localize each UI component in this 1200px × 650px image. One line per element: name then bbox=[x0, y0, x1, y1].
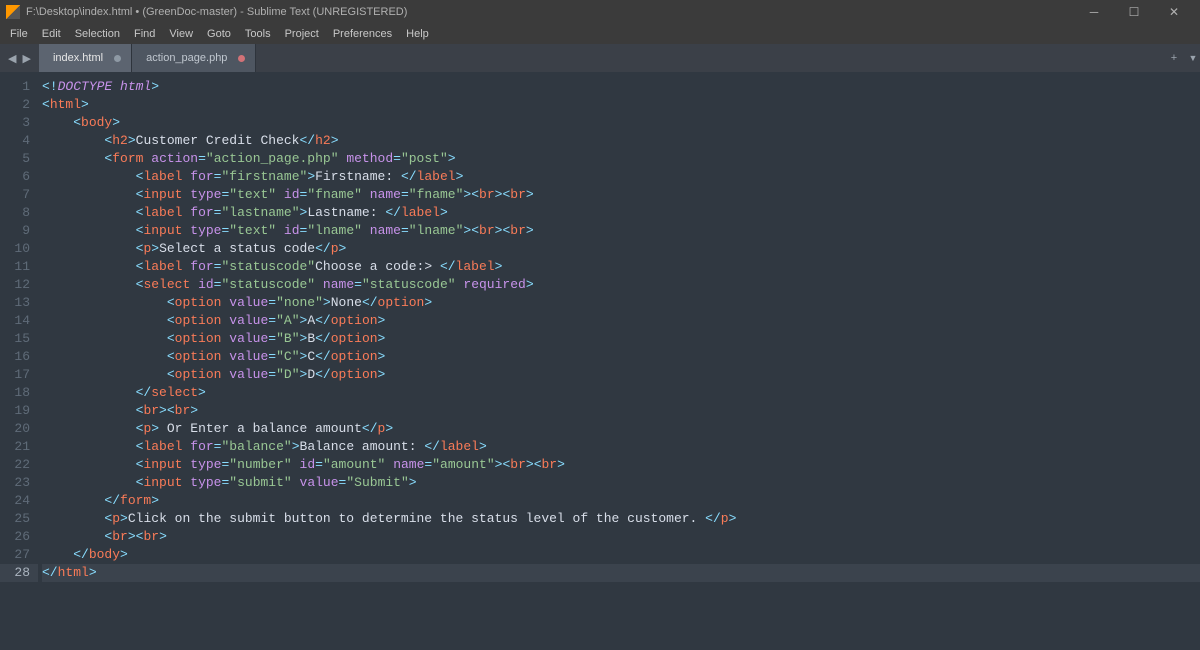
code-line[interactable]: <option value="C">C</option> bbox=[42, 348, 1200, 366]
code-line[interactable]: <option value="D">D</option> bbox=[42, 366, 1200, 384]
code-line[interactable]: <option value="none">None</option> bbox=[42, 294, 1200, 312]
menu-file[interactable]: File bbox=[4, 26, 34, 42]
minimize-icon: ─ bbox=[1090, 5, 1099, 19]
tab-modified-icon bbox=[238, 55, 245, 62]
menubar: File Edit Selection Find View Goto Tools… bbox=[0, 24, 1200, 44]
code-line[interactable]: <input type="text" id="fname" name="fnam… bbox=[42, 186, 1200, 204]
code-line[interactable]: <br><br> bbox=[42, 528, 1200, 546]
code-area[interactable]: <!DOCTYPE html><html> <body> <h2>Custome… bbox=[38, 72, 1200, 650]
code-line[interactable]: <label for="statuscode"Choose a code:> <… bbox=[42, 258, 1200, 276]
gutter: 1234567891011121314151617181920212223242… bbox=[0, 72, 38, 650]
code-line[interactable]: <option value="B">B</option> bbox=[42, 330, 1200, 348]
close-icon: ✕ bbox=[1169, 5, 1179, 19]
menu-preferences[interactable]: Preferences bbox=[327, 26, 398, 42]
code-line[interactable]: <select id="statuscode" name="statuscode… bbox=[42, 276, 1200, 294]
menu-selection[interactable]: Selection bbox=[69, 26, 126, 42]
code-line[interactable]: <label for="balance">Balance amount: </l… bbox=[42, 438, 1200, 456]
code-line[interactable]: <input type="text" id="lname" name="lnam… bbox=[42, 222, 1200, 240]
tab-modified-icon bbox=[114, 55, 121, 62]
code-line[interactable]: <br><br> bbox=[42, 402, 1200, 420]
code-line[interactable]: <p> Or Enter a balance amount</p> bbox=[42, 420, 1200, 438]
close-button[interactable]: ✕ bbox=[1154, 5, 1194, 19]
tab-label: action_page.php bbox=[146, 52, 227, 64]
maximize-button[interactable]: ☐ bbox=[1114, 5, 1154, 19]
code-line[interactable]: <h2>Customer Credit Check</h2> bbox=[42, 132, 1200, 150]
tab-bar: ◀ ▶ index.html action_page.php + ▼ bbox=[0, 44, 1200, 72]
nav-forward-icon[interactable]: ▶ bbox=[22, 52, 30, 65]
menu-project[interactable]: Project bbox=[279, 26, 325, 42]
code-line[interactable]: <form action="action_page.php" method="p… bbox=[42, 150, 1200, 168]
menu-goto[interactable]: Goto bbox=[201, 26, 237, 42]
code-line[interactable]: </form> bbox=[42, 492, 1200, 510]
titlebar: F:\Desktop\index.html • (GreenDoc-master… bbox=[0, 0, 1200, 24]
code-line[interactable]: <label for="firstname">Firstname: </labe… bbox=[42, 168, 1200, 186]
menu-edit[interactable]: Edit bbox=[36, 26, 67, 42]
minimize-button[interactable]: ─ bbox=[1074, 5, 1114, 19]
window-title: F:\Desktop\index.html • (GreenDoc-master… bbox=[26, 6, 407, 18]
nav-back-icon[interactable]: ◀ bbox=[8, 52, 16, 65]
tab-dropdown-icon[interactable]: ▼ bbox=[1186, 44, 1200, 72]
menu-view[interactable]: View bbox=[163, 26, 199, 42]
code-line[interactable]: <html> bbox=[42, 96, 1200, 114]
menu-tools[interactable]: Tools bbox=[239, 26, 277, 42]
code-line[interactable]: <body> bbox=[42, 114, 1200, 132]
menu-help[interactable]: Help bbox=[400, 26, 435, 42]
tab-label: index.html bbox=[53, 52, 103, 64]
code-line[interactable]: <!DOCTYPE html> bbox=[42, 78, 1200, 96]
code-line[interactable]: <label for="lastname">Lastname: </label> bbox=[42, 204, 1200, 222]
code-line[interactable]: <input type="number" id="amount" name="a… bbox=[42, 456, 1200, 474]
tab-index-html[interactable]: index.html bbox=[39, 44, 132, 72]
code-line[interactable]: </html> bbox=[42, 564, 1200, 582]
code-line[interactable]: <p>Select a status code</p> bbox=[42, 240, 1200, 258]
code-line[interactable]: </body> bbox=[42, 546, 1200, 564]
editor: 1234567891011121314151617181920212223242… bbox=[0, 72, 1200, 650]
app-icon bbox=[6, 5, 20, 19]
maximize-icon: ☐ bbox=[1129, 5, 1140, 19]
menu-find[interactable]: Find bbox=[128, 26, 161, 42]
code-line[interactable]: <p>Click on the submit button to determi… bbox=[42, 510, 1200, 528]
code-line[interactable]: <option value="A">A</option> bbox=[42, 312, 1200, 330]
new-tab-button[interactable]: + bbox=[1162, 44, 1186, 72]
code-line[interactable]: </select> bbox=[42, 384, 1200, 402]
tab-action-page-php[interactable]: action_page.php bbox=[132, 44, 256, 72]
code-line[interactable]: <input type="submit" value="Submit"> bbox=[42, 474, 1200, 492]
